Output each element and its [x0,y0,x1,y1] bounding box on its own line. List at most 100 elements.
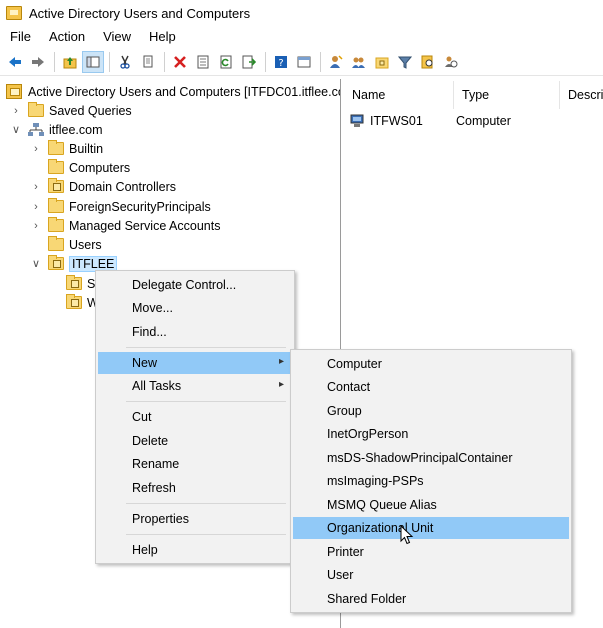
tree-item-builtin[interactable]: › Builtin [30,139,103,158]
title-bar: Active Directory Users and Computers [0,0,603,26]
tree-item-domain[interactable]: ∨ itflee.com [10,120,103,139]
menu-item-new[interactable]: New ▸ [98,352,292,374]
mouse-cursor-icon [400,525,414,545]
find-icon [421,55,433,68]
new-user-button[interactable] [325,51,347,73]
column-header-type[interactable]: Type [454,81,560,109]
help-button[interactable]: ? [270,51,292,73]
menu-separator [126,503,286,504]
aduc-app-icon [6,6,22,20]
cut-icon [120,55,130,69]
filter-button[interactable] [394,51,416,73]
submenu-item-msds-shadowprincipalcontainer[interactable]: msDS-ShadowPrincipalContainer [293,447,569,469]
column-header-description[interactable]: Descrip [560,81,603,109]
properties-button[interactable] [192,51,214,73]
tree-item-computers[interactable]: Computers [48,158,130,177]
copy-icon [143,55,153,67]
tree-item-domain-controllers[interactable]: › Domain Controllers [30,177,176,196]
submenu-item-printer[interactable]: Printer [293,541,569,563]
refresh-icon [220,55,232,68]
submenu-item-computer[interactable]: Computer [293,353,569,375]
tree-root[interactable]: Active Directory Users and Computers [IT… [6,82,340,101]
add-group-icon [352,57,365,68]
menu-item-cut[interactable]: Cut [98,406,292,428]
menu-separator [126,534,286,535]
menu-item-move[interactable]: Move... [98,297,292,319]
console-icon [297,56,311,67]
menu-item-refresh[interactable]: Refresh [98,477,292,499]
tree-item-saved-queries[interactable]: › Saved Queries [10,101,132,120]
list-item[interactable]: ITFWS01 Computer [350,111,511,131]
toolbar-separator [54,51,55,72]
chevron-right-icon[interactable]: › [30,220,42,232]
tree-item-managed-service-accounts[interactable]: › Managed Service Accounts [30,216,220,235]
tree-item-label: Managed Service Accounts [69,218,221,233]
chevron-right-icon: ▸ [278,356,284,367]
menu-item-find[interactable]: Find... [98,321,292,343]
tree-item-label: Builtin [69,141,104,156]
menu-action[interactable]: Action [40,29,94,44]
folder-icon [28,102,44,117]
ou-folder-icon [66,294,82,309]
chevron-right-icon[interactable]: › [30,201,42,213]
chevron-right-icon[interactable]: › [30,143,42,155]
ou-folder-icon [48,255,64,270]
refresh-button[interactable] [215,51,237,73]
new-group-button[interactable] [348,51,370,73]
list-item-type: Computer [456,114,511,128]
tree-item-ou-s[interactable]: S [66,274,95,293]
chevron-down-icon[interactable]: ∨ [30,258,42,270]
menu-item-all-tasks[interactable]: All Tasks ▸ [98,375,292,397]
delegate-button[interactable] [440,51,462,73]
forward-arrow-icon [32,56,44,67]
console-button[interactable] [293,51,315,73]
submenu-item-group[interactable]: Group [293,400,569,422]
menu-item-help[interactable]: Help [98,539,292,561]
tree-item-label: Computers [69,160,131,175]
toolbar-separator [320,51,321,72]
menu-bar: File Action View Help [0,26,603,46]
column-header-name[interactable]: Name [344,81,454,109]
tree-item-ou-w[interactable]: W [66,293,99,312]
submenu-item-user[interactable]: User [293,564,569,586]
delete-button[interactable] [169,51,191,73]
menu-help[interactable]: Help [140,29,185,44]
forward-button[interactable] [27,51,49,73]
new-ou-button[interactable] [371,51,393,73]
ou-folder-icon [48,178,64,193]
submenu-item-organizational-unit[interactable]: Organizational Unit [293,517,569,539]
submenu-item-inetorgperson[interactable]: InetOrgPerson [293,423,569,445]
menu-item-properties[interactable]: Properties [98,508,292,530]
tree-item-users[interactable]: Users [48,235,102,254]
up-one-level-button[interactable] [59,51,81,73]
folder-icon [48,217,64,232]
copy-button[interactable] [137,51,159,73]
chevron-right-icon[interactable]: › [30,181,42,193]
tree-item-foreign-security-principals[interactable]: › ForeignSecurityPrincipals [30,197,211,216]
menu-item-delegate-control[interactable]: Delegate Control... [98,274,292,296]
computer-icon [350,114,364,127]
delete-icon [174,55,186,68]
submenu-item-contact[interactable]: Contact [293,376,569,398]
add-ou-icon [375,57,389,68]
new-submenu: Computer Contact Group InetOrgPerson msD… [290,349,572,613]
menu-separator [126,347,286,348]
toolbar-separator [109,51,110,72]
submenu-item-shared-folder[interactable]: Shared Folder [293,588,569,610]
submenu-item-msmq-queue-alias[interactable]: MSMQ Queue Alias [293,494,569,516]
menu-file[interactable]: File [0,29,40,44]
menu-item-rename[interactable]: Rename [98,453,292,475]
show-hide-tree-button[interactable] [82,50,104,73]
aduc-root-icon [6,84,22,99]
menu-item-delete[interactable]: Delete [98,430,292,452]
menu-view[interactable]: View [94,29,140,44]
chevron-down-icon[interactable]: ∨ [10,124,22,136]
menu-separator [126,401,286,402]
cut-button[interactable] [114,51,136,73]
back-button[interactable] [4,51,26,73]
submenu-item-msimaging-psps[interactable]: msImaging-PSPs [293,470,569,492]
export-list-button[interactable] [238,51,260,73]
chevron-right-icon[interactable]: › [10,105,22,117]
export-list-icon [242,55,256,68]
find-button[interactable] [417,51,439,73]
